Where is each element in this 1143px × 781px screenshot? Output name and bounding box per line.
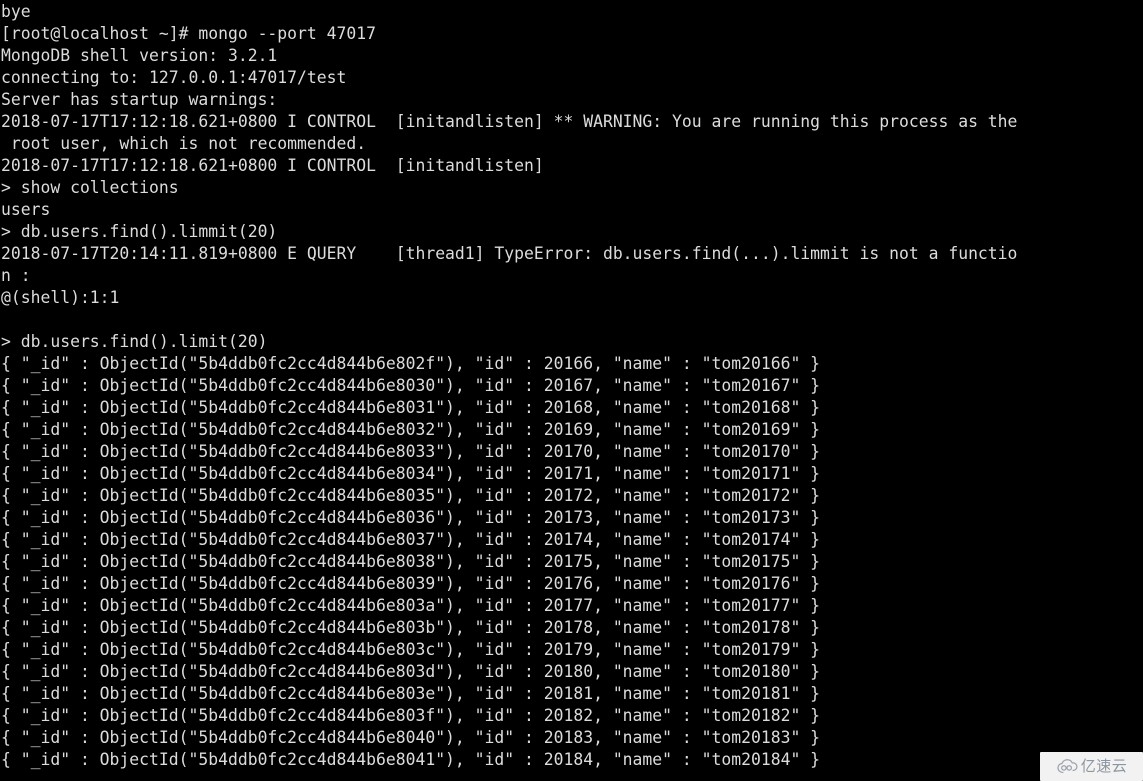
terminal-line: [root@localhost ~]# mongo --port 47017 xyxy=(1,24,376,43)
terminal-line: { "_id" : ObjectId("5b4ddb0fc2cc4d844b6e… xyxy=(1,750,821,769)
terminal-line: > db.users.find().limmit(20) xyxy=(1,222,278,241)
terminal-line: { "_id" : ObjectId("5b4ddb0fc2cc4d844b6e… xyxy=(1,486,821,505)
terminal-line: 2018-07-17T20:14:11.819+0800 E QUERY [th… xyxy=(1,244,1018,263)
terminal-line: @(shell):1:1 xyxy=(1,288,120,307)
terminal-screen[interactable]: bye [root@localhost ~]# mongo --port 4701… xyxy=(0,0,1143,781)
terminal-line: { "_id" : ObjectId("5b4ddb0fc2cc4d844b6e… xyxy=(1,684,821,703)
watermark: 亿速云 xyxy=(1040,752,1143,781)
terminal-line: { "_id" : ObjectId("5b4ddb0fc2cc4d844b6e… xyxy=(1,420,821,439)
terminal-line: { "_id" : ObjectId("5b4ddb0fc2cc4d844b6e… xyxy=(1,574,821,593)
terminal-line: { "_id" : ObjectId("5b4ddb0fc2cc4d844b6e… xyxy=(1,508,821,527)
terminal-line: users xyxy=(1,200,51,219)
terminal-line: root user, which is not recommended. xyxy=(1,134,367,153)
terminal-line: { "_id" : ObjectId("5b4ddb0fc2cc4d844b6e… xyxy=(1,596,821,615)
terminal-line: 2018-07-17T17:12:18.621+0800 I CONTROL [… xyxy=(1,156,544,175)
cloud-icon xyxy=(1056,759,1078,775)
terminal-line: Server has startup warnings: xyxy=(1,90,278,109)
terminal-line: { "_id" : ObjectId("5b4ddb0fc2cc4d844b6e… xyxy=(1,662,821,681)
terminal-line: { "_id" : ObjectId("5b4ddb0fc2cc4d844b6e… xyxy=(1,618,821,637)
terminal-line: 2018-07-17T17:12:18.621+0800 I CONTROL [… xyxy=(1,112,1018,131)
terminal-line: bye xyxy=(1,2,31,21)
terminal-line: > show collections xyxy=(1,178,179,197)
terminal-line: > db.users.find().limit(20) xyxy=(1,332,268,351)
terminal-line: { "_id" : ObjectId("5b4ddb0fc2cc4d844b6e… xyxy=(1,376,821,395)
terminal-line: { "_id" : ObjectId("5b4ddb0fc2cc4d844b6e… xyxy=(1,552,821,571)
terminal-line: MongoDB shell version: 3.2.1 xyxy=(1,46,278,65)
terminal-line: { "_id" : ObjectId("5b4ddb0fc2cc4d844b6e… xyxy=(1,442,821,461)
terminal-line: { "_id" : ObjectId("5b4ddb0fc2cc4d844b6e… xyxy=(1,464,821,483)
terminal-line: { "_id" : ObjectId("5b4ddb0fc2cc4d844b6e… xyxy=(1,354,821,373)
terminal-line: { "_id" : ObjectId("5b4ddb0fc2cc4d844b6e… xyxy=(1,728,821,747)
terminal-line: { "_id" : ObjectId("5b4ddb0fc2cc4d844b6e… xyxy=(1,398,821,417)
terminal-line: { "_id" : ObjectId("5b4ddb0fc2cc4d844b6e… xyxy=(1,640,821,659)
terminal-line: n : xyxy=(1,266,31,285)
terminal-line: { "_id" : ObjectId("5b4ddb0fc2cc4d844b6e… xyxy=(1,530,821,549)
watermark-label: 亿速云 xyxy=(1080,757,1128,775)
terminal-line: { "_id" : ObjectId("5b4ddb0fc2cc4d844b6e… xyxy=(1,706,821,725)
terminal-line: connecting to: 127.0.0.1:47017/test xyxy=(1,68,347,87)
